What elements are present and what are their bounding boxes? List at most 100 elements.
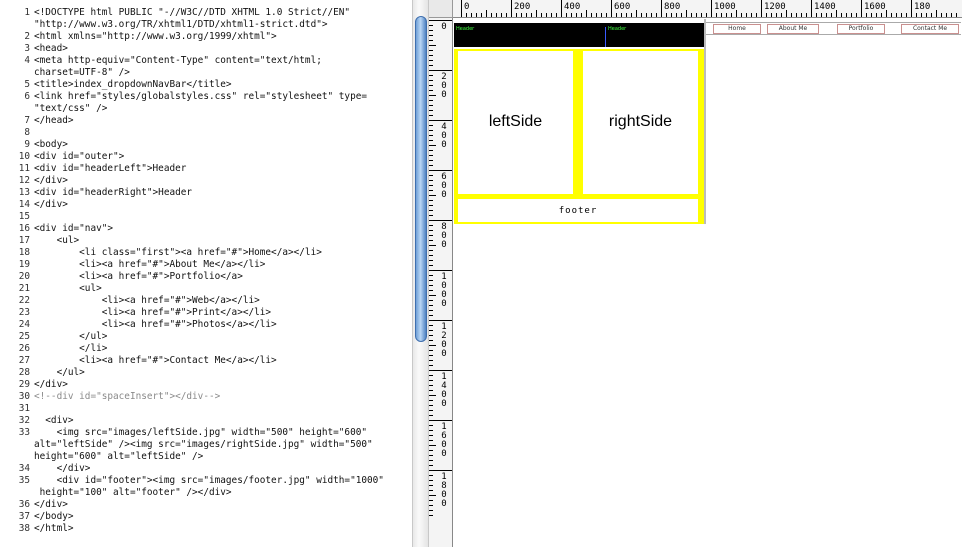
- page-canvas[interactable]: Header Header Home About Me Portfolio Co…: [454, 19, 962, 547]
- code-line[interactable]: 6 <link href="styles/globalstyles.css" re…: [24, 91, 412, 103]
- code-text: alt="leftSide" /><img src="images/rightS…: [34, 439, 373, 450]
- ruler-minor-tick: [581, 13, 582, 17]
- ruler-minor-tick: [429, 435, 433, 436]
- code-line[interactable]: 8: [24, 127, 412, 139]
- ruler-minor-tick: [429, 140, 433, 141]
- ruler-minor-tick: [686, 10, 687, 17]
- ruler-minor-tick: [701, 13, 702, 17]
- code-line[interactable]: 34 </div>: [19, 463, 412, 475]
- ruler-minor-tick: [429, 205, 433, 206]
- code-line[interactable]: "text/css" />: [34, 103, 412, 115]
- ruler-minor-tick: [429, 355, 433, 356]
- ruler-minor-tick: [746, 13, 747, 17]
- ruler-minor-tick: [429, 75, 433, 76]
- code-editor[interactable]: 1 <!DOCTYPE html PUBLIC "-//W3C//DTD XHTM…: [0, 0, 412, 547]
- code-text: <li><a href="#">Contact Me</a></li>: [34, 355, 277, 366]
- code-line[interactable]: 15: [19, 211, 412, 223]
- code-line[interactable]: charset=UTF-8" />: [34, 67, 412, 79]
- line-number: 18: [18, 247, 30, 258]
- code-line[interactable]: 16 <div id="nav">: [19, 223, 412, 235]
- code-line[interactable]: 13 <div id="headerRight">Header: [19, 187, 412, 199]
- code-line[interactable]: 27 <li><a href="#">Contact Me</a></li>: [19, 355, 412, 367]
- code-line[interactable]: 12 </div>: [19, 175, 412, 187]
- code-line[interactable]: "http://www.w3.org/TR/xhtml1/DTD/xhtml1-…: [34, 19, 412, 31]
- code-line[interactable]: 18 <li class="first"><a href="#">Home</a…: [19, 247, 412, 259]
- nav-item-about-me[interactable]: About Me: [767, 24, 819, 34]
- code-line[interactable]: 9 <body>: [24, 139, 412, 151]
- right-side-label: rightSide: [608, 113, 673, 130]
- code-text: <div>: [34, 415, 74, 426]
- nav-item-home[interactable]: Home: [713, 24, 761, 34]
- line-number: 22: [18, 295, 30, 306]
- vertical-ruler: 0 200 400 600 800 1000 1200 1400 1600 1800: [429, 18, 453, 547]
- code-line[interactable]: 10 <div id="outer">: [19, 151, 412, 163]
- code-line[interactable]: alt="leftSide" /><img src="images/rightS…: [34, 439, 412, 451]
- code-line[interactable]: 33 <img src="images/leftSide.jpg" width=…: [19, 427, 412, 439]
- ruler-corner: [429, 0, 453, 18]
- code-line[interactable]: 24 <li><a href="#">Photos</a></li>: [19, 319, 412, 331]
- line-number: 7: [24, 115, 30, 126]
- ruler-minor-tick: [506, 13, 507, 17]
- code-line[interactable]: 14 </div>: [19, 199, 412, 211]
- nav-item-contact-me[interactable]: Contact Me: [901, 24, 959, 34]
- ruler-tick: [429, 220, 452, 221]
- code-line[interactable]: 19 <li><a href="#">About Me</a></li>: [19, 259, 412, 271]
- code-line[interactable]: 1 <!DOCTYPE html PUBLIC "-//W3C//DTD XHTM…: [24, 7, 412, 19]
- scroll-thumb[interactable]: [415, 16, 427, 342]
- line-number: 17: [18, 235, 30, 246]
- ruler-minor-tick: [876, 13, 877, 17]
- code-text: <title>index_dropdownNavBar</title>: [34, 79, 232, 90]
- code-line[interactable]: 35 <div id="footer"><img src="images/foo…: [19, 475, 412, 487]
- ruler-label: 0: [441, 22, 447, 32]
- code-line[interactable]: 32 <div>: [19, 415, 412, 427]
- code-text-area[interactable]: 1 <!DOCTYPE html PUBLIC "-//W3C//DTD XHTM…: [19, 7, 412, 535]
- code-line[interactable]: height="600" alt="leftSide" />: [34, 451, 412, 463]
- ruler-minor-tick: [429, 255, 433, 256]
- code-line[interactable]: 36 </div>: [19, 499, 412, 511]
- ruler-minor-tick: [429, 475, 433, 476]
- code-line[interactable]: 29 </div>: [19, 379, 412, 391]
- code-line[interactable]: 37 </body>: [19, 511, 412, 523]
- code-line[interactable]: 26 </li>: [19, 343, 412, 355]
- header-bar[interactable]: Header Header: [454, 23, 704, 47]
- ruler-label: 1000: [714, 2, 736, 12]
- code-line[interactable]: height="100" alt="footer" /></div>: [34, 487, 412, 499]
- code-line[interactable]: 20 <li><a href="#">Portfolio</a>: [19, 271, 412, 283]
- ruler-minor-tick: [429, 95, 436, 96]
- ruler-minor-tick: [766, 13, 767, 17]
- code-line[interactable]: 23 <li><a href="#">Print</a></li>: [19, 307, 412, 319]
- code-line[interactable]: 3 <head>: [24, 43, 412, 55]
- code-line[interactable]: 7 </head>: [24, 115, 412, 127]
- ruler-minor-tick: [471, 13, 472, 17]
- code-line[interactable]: 5 <title>index_dropdownNavBar</title>: [24, 79, 412, 91]
- ruler-minor-tick: [556, 13, 557, 17]
- code-line[interactable]: 31: [19, 403, 412, 415]
- nav-item-portfolio[interactable]: Portfolio: [837, 24, 885, 34]
- ruler-minor-tick: [429, 380, 433, 381]
- code-line[interactable]: 25 </ul>: [19, 331, 412, 343]
- ruler-minor-tick: [881, 13, 882, 17]
- code-line[interactable]: 2 <html xmlns="http://www.w3.org/1999/xht…: [24, 31, 412, 43]
- line-number: 36: [18, 499, 30, 510]
- ruler-minor-tick: [941, 13, 942, 17]
- footer-image[interactable]: footer: [458, 199, 698, 222]
- left-side-label: leftSide: [488, 113, 543, 130]
- line-number: 21: [18, 283, 30, 294]
- code-line[interactable]: 17 <ul>: [19, 235, 412, 247]
- code-line[interactable]: 22 <li><a href="#">Web</a></li>: [19, 295, 412, 307]
- code-text: </ul>: [34, 367, 85, 378]
- code-line[interactable]: 4 <meta http-equiv="Content-Type" content…: [24, 55, 412, 67]
- code-scrollbar[interactable]: [412, 0, 429, 547]
- code-line[interactable]: 28 </ul>: [19, 367, 412, 379]
- code-line[interactable]: 38 </html>: [19, 523, 412, 535]
- ruler-tick: [429, 470, 452, 471]
- code-line[interactable]: 11 <div id="headerLeft">Header: [19, 163, 412, 175]
- ruler-minor-tick: [631, 13, 632, 17]
- code-line[interactable]: 21 <ul>: [19, 283, 412, 295]
- line-number: 9: [24, 139, 30, 150]
- code-text: <link href="styles/globalstyles.css" rel…: [34, 91, 368, 102]
- design-view[interactable]: 0 200 400 600 800 1000 1200 1400 1600 180 0 200 400…: [429, 0, 962, 547]
- code-line[interactable]: 30 <!--div id="spaceInsert"></div-->: [19, 391, 412, 403]
- left-side-image[interactable]: leftSide: [458, 51, 573, 194]
- right-side-image[interactable]: rightSide: [583, 51, 698, 194]
